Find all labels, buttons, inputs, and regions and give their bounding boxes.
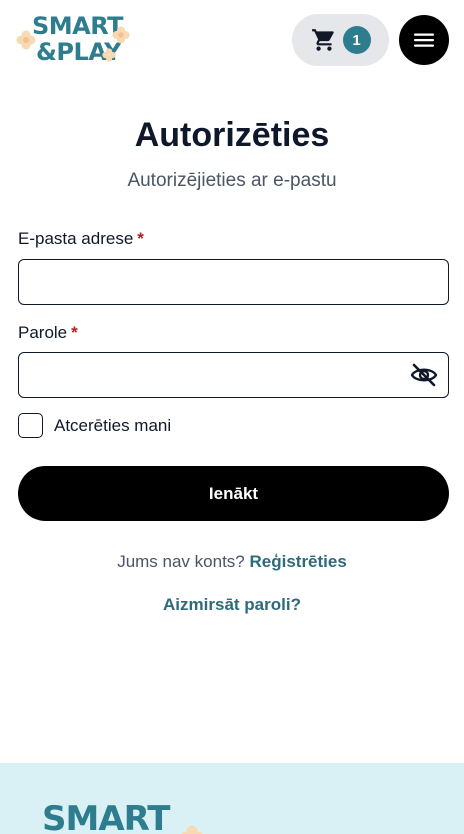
cart-count-badge: 1: [342, 26, 371, 54]
cart-button[interactable]: 1: [292, 14, 389, 66]
hamburger-menu-icon: [414, 33, 434, 47]
page-subtitle: Autorizējieties ar e-pastu: [127, 170, 337, 191]
email-label-text: E-pasta adrese: [18, 229, 134, 248]
password-field[interactable]: [18, 352, 449, 398]
toggle-password-visibility-button[interactable]: [409, 362, 439, 388]
email-label: E-pasta adrese *: [18, 229, 144, 249]
remember-me-option[interactable]: Atcerēties mani: [18, 413, 171, 438]
password-label: Parole *: [18, 323, 78, 343]
remember-me-label: Atcerēties mani: [54, 415, 172, 435]
required-marker: *: [71, 323, 78, 342]
page-title: Autorizēties: [134, 116, 330, 154]
remember-me-checkbox[interactable]: [18, 413, 43, 438]
forgot-password-link[interactable]: Aizmirsāt paroli?: [163, 595, 301, 614]
site-footer: SMART: [0, 763, 464, 834]
smart-play-logo[interactable]: SMART &PLAY: [16, 12, 134, 70]
menu-button[interactable]: [399, 15, 449, 65]
no-account-text: Jums nav konts?: [117, 552, 245, 571]
eye-off-icon: [410, 363, 438, 387]
password-label-text: Parole: [18, 323, 68, 342]
forgot-password-row: Aizmirsāt paroli?: [0, 595, 464, 615]
footer-logo[interactable]: SMART: [42, 799, 170, 834]
email-field[interactable]: [18, 259, 449, 305]
flower-icon: [181, 825, 203, 834]
site-header: SMART &PLAY 1: [0, 0, 464, 80]
register-prompt: Jums nav konts? Reģistrēties: [0, 552, 464, 572]
login-submit-button[interactable]: Ienākt: [18, 466, 449, 521]
flower-icon: [102, 48, 116, 62]
register-link[interactable]: Reģistrēties: [249, 552, 346, 571]
flower-icon: [112, 26, 130, 44]
shopping-cart-icon: [311, 29, 334, 51]
logo-text-smart: SMART: [32, 12, 124, 40]
required-marker: *: [137, 229, 144, 248]
